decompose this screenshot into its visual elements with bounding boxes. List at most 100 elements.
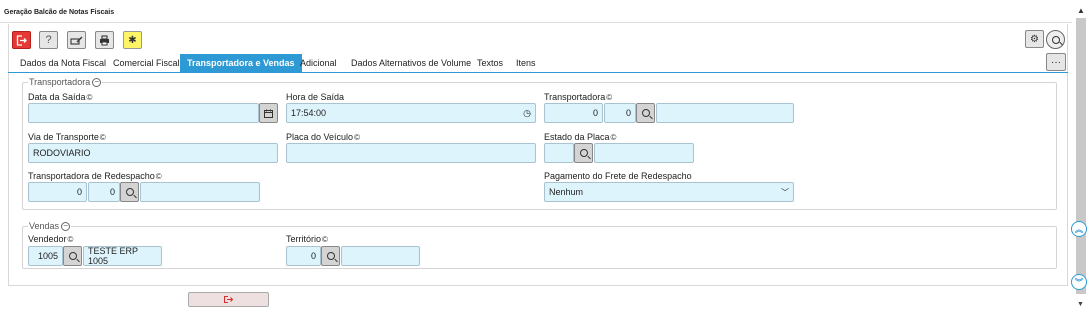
search-icon	[68, 252, 77, 260]
vendedor-name-input[interactable]: TESTE ERP 1005	[83, 246, 162, 266]
title-divider	[0, 22, 1072, 23]
hora-saida-label: Hora de Saída	[286, 92, 345, 102]
scrollbar-track[interactable]	[1076, 18, 1086, 294]
placa-veiculo-label: Placa do Veículo ©	[286, 132, 360, 142]
transp-redespacho-code1-input[interactable]: 0	[28, 182, 87, 202]
tab-transportadora-vendas[interactable]: Transportadora e Vendas	[180, 54, 302, 72]
search-icon	[579, 149, 588, 157]
transportadora-code1-input[interactable]: 0	[544, 103, 603, 123]
tab-dados-alternativos-volume[interactable]: Dados Alternativos de Volume	[344, 54, 478, 72]
vendedor-search-button[interactable]	[63, 246, 82, 266]
pagamento-frete-value: Nenhum	[549, 187, 584, 197]
transp-redespacho-search-button[interactable]	[120, 182, 139, 202]
search-icon	[326, 252, 335, 260]
exit-icon	[16, 34, 27, 46]
chevron-down-icon: ﹀	[781, 187, 789, 197]
vendedor-code-input[interactable]: 1005	[28, 246, 63, 266]
transp-redespacho-code2-input[interactable]: 0	[88, 182, 120, 202]
printer-icon	[100, 34, 109, 45]
vendedor-label-text: Vendedor	[28, 234, 67, 244]
pagamento-frete-select[interactable]: Nenhum ﹀	[544, 182, 794, 202]
search-icon	[125, 188, 134, 196]
placa-veiculo-label-text: Placa do Veículo	[286, 132, 354, 142]
tab-comercial-fiscal[interactable]: Comercial Fiscal	[106, 54, 187, 72]
search-icon	[1051, 35, 1060, 44]
data-saida-label: Data da Saída ©	[28, 92, 92, 102]
tab-itens[interactable]: Itens	[509, 54, 543, 72]
transportadora-label-text: Transportadora	[544, 92, 606, 102]
transportadora-label: Transportadora ©	[544, 92, 612, 102]
clock-icon[interactable]: ◷	[523, 108, 531, 119]
tab-textos[interactable]: Textos	[470, 54, 510, 72]
edit-button[interactable]	[67, 31, 86, 49]
estado-placa-label-text: Estado da Placa	[544, 132, 610, 142]
ellipsis-icon: ···	[1051, 56, 1061, 68]
required-icon: ©	[67, 234, 74, 244]
bottom-action-button[interactable]	[188, 292, 269, 307]
transp-redespacho-name-input[interactable]	[140, 182, 260, 202]
via-transporte-label-text: Via de Transporte	[28, 132, 99, 142]
estado-placa-search-button[interactable]	[574, 143, 593, 163]
gear-icon: ✱	[128, 34, 137, 46]
transportadora-search-button[interactable]	[636, 103, 655, 123]
via-transporte-input[interactable]: RODOVIARIO	[28, 143, 278, 163]
transportadora-code2-input[interactable]: 0	[604, 103, 636, 123]
via-transporte-label: Via de Transporte ©	[28, 132, 106, 142]
estado-placa-code-input[interactable]	[544, 143, 574, 163]
required-icon: ©	[610, 132, 617, 142]
tab-dados-nota-fiscal[interactable]: Dados da Nota Fiscal	[13, 54, 113, 72]
vendas-legend[interactable]: Vendas −	[28, 221, 72, 231]
exit-button[interactable]	[12, 31, 31, 49]
placa-veiculo-input[interactable]	[286, 143, 536, 163]
vendas-legend-label: Vendas	[29, 221, 60, 231]
hora-saida-value: 17:54:00	[291, 108, 327, 118]
pagamento-frete-label: Pagamento do Frete de Redespacho	[544, 171, 692, 181]
config-button[interactable]: ⚙	[1025, 30, 1044, 48]
required-icon: ©	[354, 132, 360, 142]
scroll-top-button[interactable]: ︽	[1071, 221, 1087, 237]
more-options-button[interactable]: ···	[1046, 53, 1066, 71]
territorio-name-input[interactable]	[341, 246, 420, 266]
collapse-icon[interactable]: −	[61, 221, 71, 231]
transportadora-name-input[interactable]	[656, 103, 794, 123]
pen-icon	[70, 36, 83, 45]
data-saida-input[interactable]	[28, 103, 259, 123]
data-saida-label-text: Data da Saída	[28, 92, 86, 102]
search-button[interactable]	[1046, 30, 1065, 49]
vendas-group	[22, 226, 1057, 269]
help-button[interactable]: ?	[39, 31, 58, 49]
double-chevron-up-icon: ︽	[1075, 224, 1083, 234]
collapse-icon[interactable]: −	[92, 77, 102, 87]
transportadora-legend[interactable]: Transportadora −	[28, 77, 103, 87]
vendedor-label: Vendedor ©	[28, 234, 73, 244]
window-title: Geração Balcão de Notas Fiscais	[4, 9, 115, 16]
scroll-down-arrow[interactable]: ▼	[1077, 301, 1084, 308]
tab-adicional[interactable]: Adicional	[293, 54, 344, 72]
scroll-bottom-button[interactable]: ︾	[1071, 274, 1087, 290]
double-chevron-down-icon: ︾	[1075, 277, 1083, 287]
territorio-code-input[interactable]: 0	[286, 246, 321, 266]
calendar-icon	[264, 109, 273, 118]
territorio-label-text: Território	[286, 234, 322, 244]
tab-underline	[8, 72, 1068, 73]
required-icon: ©	[155, 171, 162, 181]
required-icon: ©	[86, 92, 93, 102]
required-icon: ©	[606, 92, 613, 102]
settings-button[interactable]: ✱	[123, 31, 142, 49]
territorio-search-button[interactable]	[321, 246, 340, 266]
date-picker-button[interactable]	[259, 103, 278, 123]
required-icon: ©	[99, 132, 106, 142]
territorio-label: Território ©	[286, 234, 328, 244]
cog-icon: ⚙	[1030, 33, 1039, 45]
estado-placa-label: Estado da Placa ©	[544, 132, 616, 142]
transportadora-legend-label: Transportadora	[29, 77, 91, 87]
estado-placa-name-input[interactable]	[594, 143, 694, 163]
transp-redespacho-label: Transportadora de Redespacho ©	[28, 171, 162, 181]
required-icon: ©	[322, 234, 328, 244]
collapse-window-icon[interactable]: ▲	[1077, 6, 1085, 15]
search-icon	[641, 109, 650, 117]
hora-saida-input[interactable]: 17:54:00 ◷	[286, 103, 536, 123]
print-button[interactable]	[95, 31, 114, 49]
exit-icon	[224, 296, 233, 303]
transp-redespacho-label-text: Transportadora de Redespacho	[28, 171, 155, 181]
